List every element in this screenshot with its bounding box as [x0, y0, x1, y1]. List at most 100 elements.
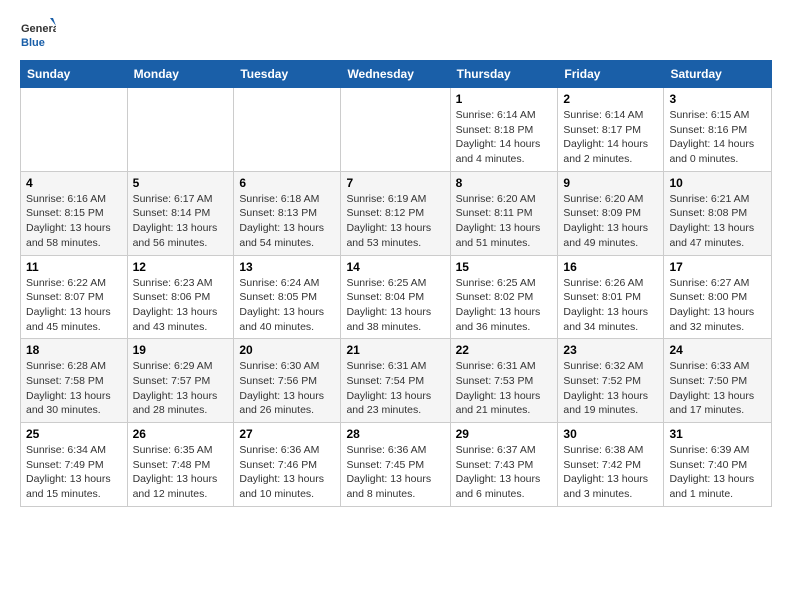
- day-number: 7: [346, 176, 444, 190]
- day-cell: 23 Sunrise: 6:32 AM Sunset: 7:52 PM Dayli…: [558, 339, 664, 423]
- day-number: 28: [346, 427, 444, 441]
- day-cell: [341, 88, 450, 172]
- day-info: Sunrise: 6:18 AM Sunset: 8:13 PM Dayligh…: [239, 192, 335, 251]
- day-number: 3: [669, 92, 766, 106]
- day-number: 14: [346, 260, 444, 274]
- day-info: Sunrise: 6:39 AM Sunset: 7:40 PM Dayligh…: [669, 443, 766, 502]
- day-cell: 11 Sunrise: 6:22 AM Sunset: 8:07 PM Dayli…: [21, 255, 128, 339]
- day-info: Sunrise: 6:25 AM Sunset: 8:02 PM Dayligh…: [456, 276, 553, 335]
- day-info: Sunrise: 6:19 AM Sunset: 8:12 PM Dayligh…: [346, 192, 444, 251]
- day-number: 25: [26, 427, 122, 441]
- day-info: Sunrise: 6:21 AM Sunset: 8:08 PM Dayligh…: [669, 192, 766, 251]
- col-header-friday: Friday: [558, 61, 664, 88]
- col-header-tuesday: Tuesday: [234, 61, 341, 88]
- day-info: Sunrise: 6:32 AM Sunset: 7:52 PM Dayligh…: [563, 359, 658, 418]
- day-number: 13: [239, 260, 335, 274]
- day-cell: 8Sunrise: 6:20 AM Sunset: 8:11 PM Daylig…: [450, 171, 558, 255]
- day-info: Sunrise: 6:31 AM Sunset: 7:54 PM Dayligh…: [346, 359, 444, 418]
- day-info: Sunrise: 6:36 AM Sunset: 7:45 PM Dayligh…: [346, 443, 444, 502]
- day-info: Sunrise: 6:27 AM Sunset: 8:00 PM Dayligh…: [669, 276, 766, 335]
- logo: General Blue: [20, 16, 56, 52]
- day-number: 12: [133, 260, 229, 274]
- svg-text:Blue: Blue: [21, 37, 45, 49]
- day-number: 19: [133, 343, 229, 357]
- day-cell: 1Sunrise: 6:14 AM Sunset: 8:18 PM Daylig…: [450, 88, 558, 172]
- week-row-2: 4Sunrise: 6:16 AM Sunset: 8:15 PM Daylig…: [21, 171, 772, 255]
- day-info: Sunrise: 6:29 AM Sunset: 7:57 PM Dayligh…: [133, 359, 229, 418]
- day-info: Sunrise: 6:35 AM Sunset: 7:48 PM Dayligh…: [133, 443, 229, 502]
- day-info: Sunrise: 6:37 AM Sunset: 7:43 PM Dayligh…: [456, 443, 553, 502]
- day-number: 20: [239, 343, 335, 357]
- day-cell: 24Sunrise: 6:33 AM Sunset: 7:50 PM Dayli…: [664, 339, 772, 423]
- day-number: 23: [563, 343, 658, 357]
- col-header-thursday: Thursday: [450, 61, 558, 88]
- day-number: 16: [563, 260, 658, 274]
- day-number: 8: [456, 176, 553, 190]
- day-number: 22: [456, 343, 553, 357]
- day-info: Sunrise: 6:14 AM Sunset: 8:17 PM Dayligh…: [563, 108, 658, 167]
- day-info: Sunrise: 6:20 AM Sunset: 8:09 PM Dayligh…: [563, 192, 658, 251]
- day-number: 17: [669, 260, 766, 274]
- day-info: Sunrise: 6:30 AM Sunset: 7:56 PM Dayligh…: [239, 359, 335, 418]
- day-cell: 30Sunrise: 6:38 AM Sunset: 7:42 PM Dayli…: [558, 423, 664, 507]
- week-row-3: 11 Sunrise: 6:22 AM Sunset: 8:07 PM Dayli…: [21, 255, 772, 339]
- day-info: Sunrise: 6:28 AM Sunset: 7:58 PM Dayligh…: [26, 359, 122, 418]
- day-cell: 15 Sunrise: 6:25 AM Sunset: 8:02 PM Dayli…: [450, 255, 558, 339]
- day-number: 29: [456, 427, 553, 441]
- col-header-sunday: Sunday: [21, 61, 128, 88]
- day-cell: 7 Sunrise: 6:19 AM Sunset: 8:12 PM Daylig…: [341, 171, 450, 255]
- day-info: Sunrise: 6:38 AM Sunset: 7:42 PM Dayligh…: [563, 443, 658, 502]
- day-number: 9: [563, 176, 658, 190]
- day-cell: 27 Sunrise: 6:36 AM Sunset: 7:46 PM Dayli…: [234, 423, 341, 507]
- day-info: Sunrise: 6:16 AM Sunset: 8:15 PM Dayligh…: [26, 192, 122, 251]
- day-cell: 2Sunrise: 6:14 AM Sunset: 8:17 PM Daylig…: [558, 88, 664, 172]
- day-cell: 18 Sunrise: 6:28 AM Sunset: 7:58 PM Dayli…: [21, 339, 128, 423]
- day-info: Sunrise: 6:25 AM Sunset: 8:04 PM Dayligh…: [346, 276, 444, 335]
- svg-text:General: General: [21, 23, 56, 35]
- day-cell: [21, 88, 128, 172]
- day-cell: [127, 88, 234, 172]
- week-row-1: 1Sunrise: 6:14 AM Sunset: 8:18 PM Daylig…: [21, 88, 772, 172]
- day-cell: 19 Sunrise: 6:29 AM Sunset: 7:57 PM Dayli…: [127, 339, 234, 423]
- day-number: 11: [26, 260, 122, 274]
- day-number: 18: [26, 343, 122, 357]
- calendar-header-row: SundayMondayTuesdayWednesdayThursdayFrid…: [21, 61, 772, 88]
- day-number: 15: [456, 260, 553, 274]
- day-cell: 6 Sunrise: 6:18 AM Sunset: 8:13 PM Daylig…: [234, 171, 341, 255]
- day-cell: 12 Sunrise: 6:23 AM Sunset: 8:06 PM Dayli…: [127, 255, 234, 339]
- week-row-4: 18 Sunrise: 6:28 AM Sunset: 7:58 PM Dayli…: [21, 339, 772, 423]
- page-header: General Blue: [20, 16, 772, 52]
- day-number: 26: [133, 427, 229, 441]
- day-cell: 31 Sunrise: 6:39 AM Sunset: 7:40 PM Dayli…: [664, 423, 772, 507]
- day-info: Sunrise: 6:22 AM Sunset: 8:07 PM Dayligh…: [26, 276, 122, 335]
- day-info: Sunrise: 6:31 AM Sunset: 7:53 PM Dayligh…: [456, 359, 553, 418]
- day-cell: 16 Sunrise: 6:26 AM Sunset: 8:01 PM Dayli…: [558, 255, 664, 339]
- day-info: Sunrise: 6:36 AM Sunset: 7:46 PM Dayligh…: [239, 443, 335, 502]
- day-info: Sunrise: 6:34 AM Sunset: 7:49 PM Dayligh…: [26, 443, 122, 502]
- day-cell: 9 Sunrise: 6:20 AM Sunset: 8:09 PM Daylig…: [558, 171, 664, 255]
- col-header-saturday: Saturday: [664, 61, 772, 88]
- day-number: 27: [239, 427, 335, 441]
- day-cell: 5 Sunrise: 6:17 AM Sunset: 8:14 PM Daylig…: [127, 171, 234, 255]
- day-number: 21: [346, 343, 444, 357]
- day-cell: [234, 88, 341, 172]
- day-number: 6: [239, 176, 335, 190]
- day-cell: 20 Sunrise: 6:30 AM Sunset: 7:56 PM Dayli…: [234, 339, 341, 423]
- day-info: Sunrise: 6:23 AM Sunset: 8:06 PM Dayligh…: [133, 276, 229, 335]
- day-info: Sunrise: 6:15 AM Sunset: 8:16 PM Dayligh…: [669, 108, 766, 167]
- logo-svg: General Blue: [20, 16, 56, 52]
- day-cell: 4Sunrise: 6:16 AM Sunset: 8:15 PM Daylig…: [21, 171, 128, 255]
- day-cell: 10Sunrise: 6:21 AM Sunset: 8:08 PM Dayli…: [664, 171, 772, 255]
- day-cell: 13Sunrise: 6:24 AM Sunset: 8:05 PM Dayli…: [234, 255, 341, 339]
- day-info: Sunrise: 6:17 AM Sunset: 8:14 PM Dayligh…: [133, 192, 229, 251]
- col-header-monday: Monday: [127, 61, 234, 88]
- day-info: Sunrise: 6:26 AM Sunset: 8:01 PM Dayligh…: [563, 276, 658, 335]
- calendar-table: SundayMondayTuesdayWednesdayThursdayFrid…: [20, 60, 772, 507]
- day-cell: 17 Sunrise: 6:27 AM Sunset: 8:00 PM Dayli…: [664, 255, 772, 339]
- day-cell: 29 Sunrise: 6:37 AM Sunset: 7:43 PM Dayli…: [450, 423, 558, 507]
- day-cell: 3 Sunrise: 6:15 AM Sunset: 8:16 PM Daylig…: [664, 88, 772, 172]
- day-cell: 25 Sunrise: 6:34 AM Sunset: 7:49 PM Dayli…: [21, 423, 128, 507]
- day-number: 31: [669, 427, 766, 441]
- day-cell: 21 Sunrise: 6:31 AM Sunset: 7:54 PM Dayli…: [341, 339, 450, 423]
- day-number: 5: [133, 176, 229, 190]
